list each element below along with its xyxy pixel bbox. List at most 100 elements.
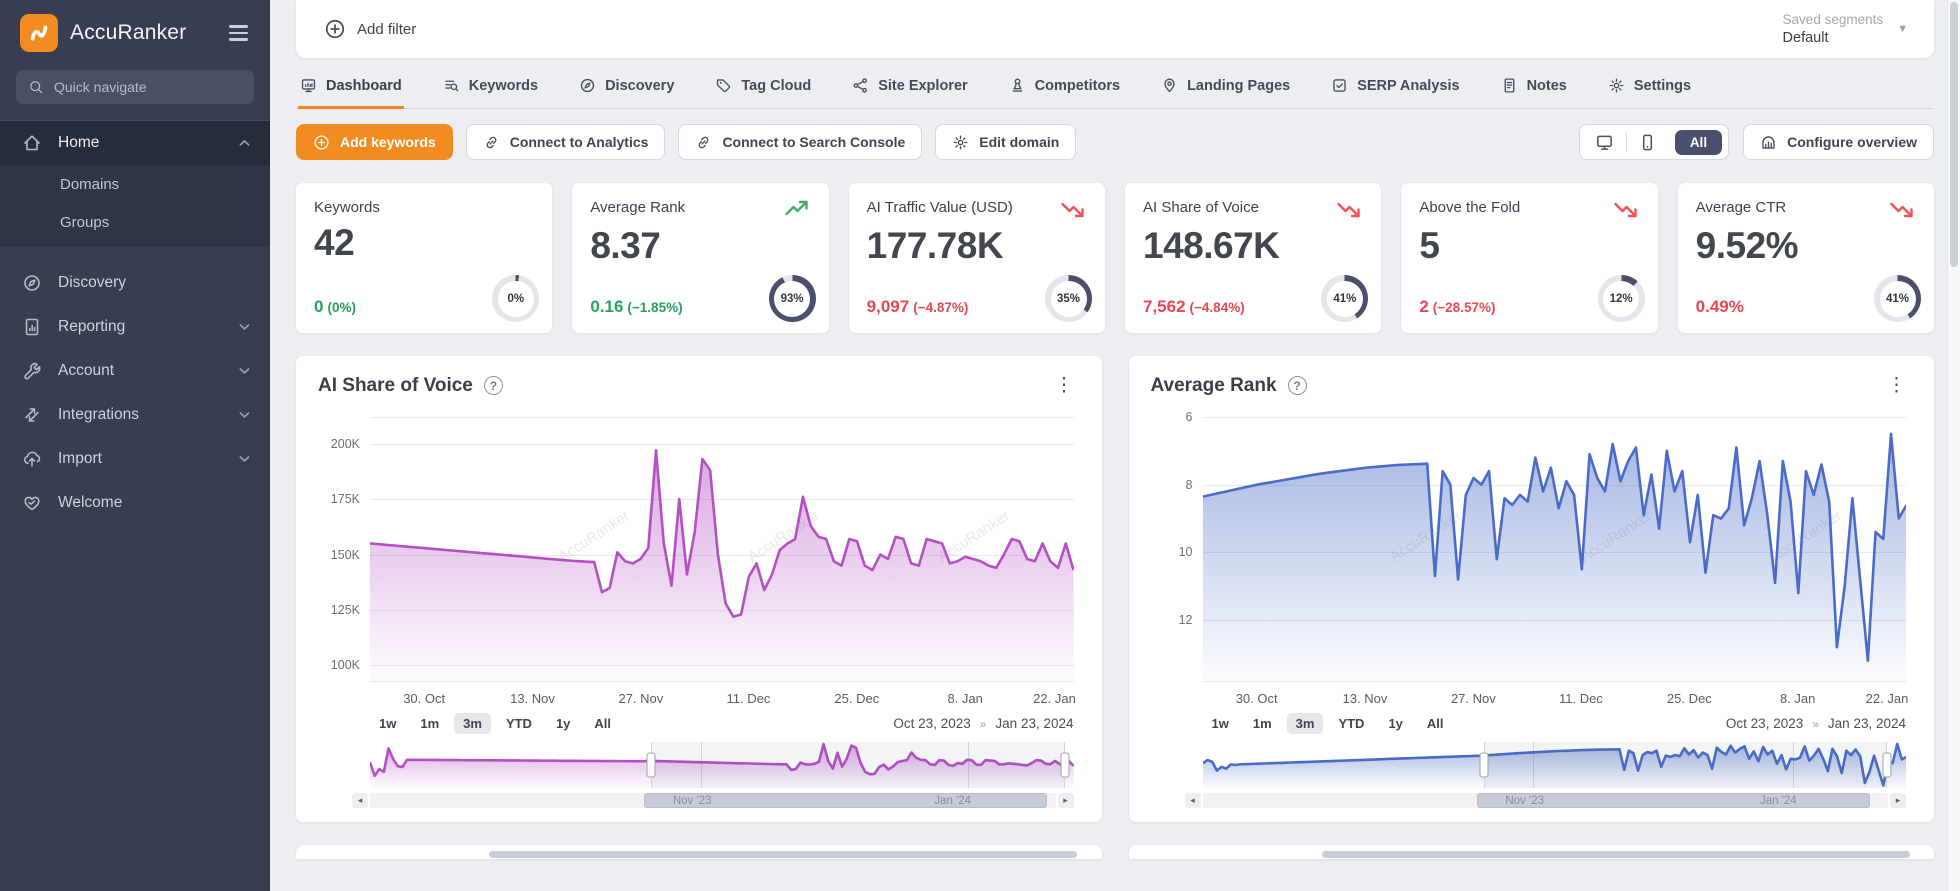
- tab-site-explorer[interactable]: Site Explorer: [850, 66, 969, 109]
- page-scrollbar-thumb[interactable]: [1950, 2, 1958, 267]
- menu-toggle-icon[interactable]: [225, 21, 252, 44]
- date-to: Jan 23, 2024: [1827, 716, 1906, 731]
- range-button-1m[interactable]: 1m: [411, 713, 448, 734]
- tab-discovery[interactable]: Discovery: [577, 66, 676, 109]
- x-axis-label: 8. Jan: [1779, 691, 1816, 706]
- device-desktop-button[interactable]: [1584, 125, 1626, 159]
- tab-keywords[interactable]: Keywords: [441, 66, 540, 109]
- help-icon[interactable]: ?: [483, 376, 503, 395]
- x-axis-line: [370, 681, 1074, 682]
- range-button-3m[interactable]: 3m: [454, 713, 491, 734]
- sidebar-item-home[interactable]: Home: [0, 121, 270, 165]
- y-axis-label: 8: [1185, 477, 1193, 492]
- add-filter-button[interactable]: Add filter: [324, 18, 416, 40]
- tab-settings[interactable]: Settings: [1606, 66, 1693, 109]
- y-axis-label: 175K: [330, 492, 360, 507]
- sidebar: AccuRanker Quick navigate Home Domains Gro…: [0, 0, 270, 891]
- range-button-ytd[interactable]: YTD: [497, 713, 541, 734]
- range-button-1y[interactable]: 1y: [547, 713, 579, 734]
- sidebar-item-account[interactable]: Account: [0, 349, 270, 393]
- range-selector-row: 1w 1m 3m YTD 1y All Oct 23, 2023 » Jan 23, 2024: [1203, 713, 1906, 734]
- saved-segments-value: Default: [1782, 30, 1829, 46]
- tab-dashboard[interactable]: Dashboard: [298, 66, 404, 109]
- metric-card-header: Above the Fold: [1419, 199, 1639, 219]
- link-icon: [483, 134, 500, 151]
- metric-card-change-sub: (−4.84%): [1189, 300, 1245, 315]
- chart-navigator[interactable]: [1202, 742, 1906, 788]
- navigator-handle-right[interactable]: [1060, 752, 1070, 778]
- filter-bar: Add filter Saved segments Default ▼: [296, 0, 1934, 58]
- chart-navigator[interactable]: [370, 742, 1074, 788]
- metric-card-title: Average CTR: [1695, 199, 1787, 216]
- edit-domain-button[interactable]: Edit domain: [935, 124, 1077, 160]
- tab-label: Landing Pages: [1187, 77, 1291, 94]
- navigator-selection[interactable]: [651, 742, 1066, 788]
- kebab-menu-icon[interactable]: ⋮: [1049, 374, 1080, 397]
- sidebar-item-label: Import: [58, 450, 102, 467]
- range-button-all[interactable]: All: [585, 713, 620, 734]
- range-button-1y[interactable]: 1y: [1379, 713, 1411, 734]
- device-toggle: All: [1578, 124, 1730, 160]
- date-from: Oct 23, 2023: [893, 716, 971, 731]
- sidebar-item-integrations[interactable]: Integrations: [0, 393, 270, 437]
- quick-navigate-input[interactable]: Quick navigate: [16, 70, 254, 104]
- monitor-icon: [300, 77, 317, 94]
- saved-segments-select[interactable]: Saved segments Default ▼: [1783, 12, 1908, 46]
- metric-card-change-sub: (−4.87%): [913, 300, 969, 315]
- trend-down-icon: [1889, 199, 1916, 219]
- tag-icon: [715, 77, 732, 94]
- connect-to-analytics-button[interactable]: Connect to Analytics: [465, 124, 666, 160]
- sidebar-item-groups[interactable]: Groups: [0, 203, 270, 241]
- help-icon[interactable]: ?: [1287, 376, 1307, 395]
- sidebar-item-welcome[interactable]: Welcome: [0, 481, 270, 525]
- navigator-handle-left[interactable]: [646, 752, 656, 778]
- sidebar-item-domains[interactable]: Domains: [0, 165, 270, 203]
- trend-down-icon: [1336, 199, 1363, 219]
- tab-serp-analysis[interactable]: SERP Analysis: [1329, 66, 1461, 109]
- progress-gauge: 93%: [768, 275, 816, 322]
- tab-landing-pages[interactable]: Landing Pages: [1159, 66, 1292, 109]
- kebab-menu-icon[interactable]: ⋮: [1881, 374, 1912, 397]
- scroll-right-arrow[interactable]: ▸: [1057, 793, 1074, 808]
- range-button-1w[interactable]: 1w: [1203, 713, 1238, 734]
- metric-card-change: 0 (0%): [314, 297, 356, 317]
- link-icon: [695, 134, 712, 151]
- scroll-track[interactable]: Nov '23 Jan '24: [370, 793, 1056, 808]
- button-label: Connect to Analytics: [509, 134, 649, 150]
- range-button-ytd[interactable]: YTD: [1329, 713, 1373, 734]
- scroll-right-arrow[interactable]: ▸: [1890, 793, 1906, 808]
- sidebar-item-import[interactable]: Import: [0, 437, 270, 481]
- notes-icon: [1501, 77, 1518, 94]
- scroll-left-arrow[interactable]: ◂: [1184, 793, 1201, 808]
- chevron-down-icon: [239, 367, 250, 375]
- range-button-1m[interactable]: 1m: [1244, 713, 1281, 734]
- y-axis-label: 100K: [330, 658, 360, 673]
- tab-tag-cloud[interactable]: Tag Cloud: [713, 66, 813, 109]
- range-button-all[interactable]: All: [1418, 713, 1453, 734]
- sidebar-section: Account: [0, 349, 270, 393]
- chart-title: AI Share of Voice: [318, 374, 473, 396]
- navigator-selection[interactable]: [1483, 742, 1888, 788]
- sidebar-item-reporting[interactable]: Reporting: [0, 305, 270, 349]
- navigator-handle-left[interactable]: [1479, 752, 1489, 778]
- tab-label: Competitors: [1034, 77, 1121, 94]
- tab-competitors[interactable]: Competitors: [1007, 66, 1122, 109]
- metric-card-value: 42: [314, 222, 355, 263]
- sidebar-item-discovery[interactable]: Discovery: [0, 261, 270, 305]
- connect-to-search-console-button[interactable]: Connect to Search Console: [678, 124, 923, 160]
- device-mobile-button[interactable]: [1627, 125, 1669, 159]
- add-keywords-button[interactable]: Add keywords: [296, 124, 453, 160]
- sidebar-item-label: Account: [58, 362, 115, 379]
- navigator-handle-right[interactable]: [1882, 752, 1892, 778]
- scroll-left-arrow[interactable]: ◂: [352, 793, 368, 808]
- range-button-1w[interactable]: 1w: [370, 713, 405, 734]
- page-scrollbar[interactable]: [1947, 0, 1960, 891]
- scroll-track[interactable]: Nov '23 Jan '24: [1202, 793, 1888, 808]
- device-all-button[interactable]: All: [1674, 129, 1723, 155]
- configure-overview-button[interactable]: Configure overview: [1743, 124, 1934, 160]
- x-axis-label: 22. Jan: [1033, 691, 1076, 706]
- app-logo[interactable]: AccuRanker: [20, 14, 186, 52]
- tab-notes[interactable]: Notes: [1499, 66, 1569, 109]
- integrations-icon: [22, 405, 42, 425]
- range-button-3m[interactable]: 3m: [1286, 713, 1324, 734]
